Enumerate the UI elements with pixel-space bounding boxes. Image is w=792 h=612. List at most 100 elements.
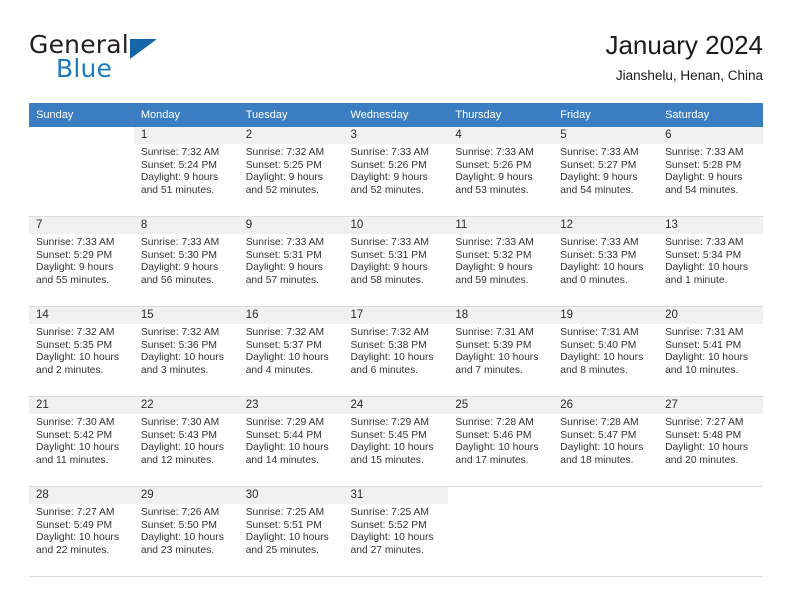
calendar-cell [29, 127, 134, 217]
day-cell[interactable]: 23 Sunrise: 7:29 AM Sunset: 5:44 PM Dayligh… [238, 397, 344, 487]
day-details: Sunrise: 7:28 AM Sunset: 5:47 PM Daylight:… [553, 414, 658, 467]
sunrise-text: Sunrise: 7:32 AM [245, 327, 325, 338]
day-number: 27 [658, 397, 763, 414]
day-cell[interactable]: 11 Sunrise: 7:33 AM Sunset: 5:32 PM Dayligh… [448, 217, 554, 307]
sunrise-text: Sunrise: 7:33 AM [665, 237, 744, 248]
sunrise-text: Sunrise: 7:25 AM [245, 507, 325, 518]
sunset-text: Sunset: 5:27 PM [560, 159, 637, 171]
daylight-text-line1: Daylight: 10 hours [36, 532, 119, 544]
day-number: 26 [553, 397, 659, 414]
daylight-text-line1: Daylight: 9 hours [36, 262, 114, 274]
day-number: 29 [133, 487, 239, 504]
calendar-body: 1 Sunrise: 7:32 AM Sunset: 5:24 PM Daylight… [29, 127, 763, 577]
daylight-text-line1: Daylight: 10 hours [140, 352, 224, 364]
daylight-text-line2: and 23 minutes. [140, 544, 215, 556]
page-title: January 2024 [605, 30, 763, 60]
day-cell[interactable]: 5 Sunrise: 7:33 AM Sunset: 5:27 PM Daylight… [553, 127, 659, 217]
day-cell[interactable]: 4 Sunrise: 7:33 AM Sunset: 5:26 PM Daylight… [448, 127, 554, 217]
day-details: Sunrise: 7:33 AM Sunset: 5:28 PM Daylight:… [658, 144, 763, 197]
day-cell[interactable]: 7 Sunrise: 7:33 AM Sunset: 5:29 PM Daylight… [29, 217, 134, 307]
calendar-cell: 16 Sunrise: 7:32 AM Sunset: 5:37 PM Dayligh… [238, 307, 344, 397]
day-details: Sunrise: 7:27 AM Sunset: 5:48 PM Daylight:… [658, 414, 763, 467]
day-details: Sunrise: 7:31 AM Sunset: 5:41 PM Daylight:… [658, 324, 763, 377]
day-cell[interactable]: 19 Sunrise: 7:31 AM Sunset: 5:40 PM Dayligh… [553, 307, 659, 397]
daylight-text-line2: and 18 minutes. [560, 454, 634, 466]
sunset-text: Sunset: 5:38 PM [350, 339, 427, 351]
day-cell[interactable]: 10 Sunrise: 7:33 AM Sunset: 5:31 PM Dayligh… [343, 217, 449, 307]
weekday-header-saturday: Saturday [658, 103, 763, 127]
calendar-cell: 11 Sunrise: 7:33 AM Sunset: 5:32 PM Dayligh… [448, 217, 554, 307]
day-cell[interactable]: 26 Sunrise: 7:28 AM Sunset: 5:47 PM Dayligh… [553, 397, 659, 487]
daylight-text-line2: and 2 minutes. [36, 364, 104, 376]
day-number: 9 [238, 217, 344, 234]
sunrise-text: Sunrise: 7:33 AM [350, 147, 429, 158]
day-details: Sunrise: 7:33 AM Sunset: 5:26 PM Daylight:… [448, 144, 553, 197]
day-cell[interactable]: 1 Sunrise: 7:32 AM Sunset: 5:24 PM Daylight… [133, 127, 239, 217]
day-number: 4 [448, 127, 554, 144]
day-details: Sunrise: 7:32 AM Sunset: 5:35 PM Daylight:… [29, 324, 134, 377]
day-details: Sunrise: 7:33 AM Sunset: 5:27 PM Daylight:… [553, 144, 658, 197]
weekday-header-friday: Friday [553, 103, 659, 127]
day-cell[interactable]: 30 Sunrise: 7:25 AM Sunset: 5:51 PM Dayligh… [238, 487, 344, 577]
daylight-text-line1: Daylight: 10 hours [245, 532, 329, 544]
calendar-cell: 5 Sunrise: 7:33 AM Sunset: 5:27 PM Daylight… [553, 127, 659, 217]
day-number: 3 [343, 127, 449, 144]
day-details: Sunrise: 7:27 AM Sunset: 5:49 PM Daylight:… [29, 504, 134, 557]
sunset-text: Sunset: 5:47 PM [560, 429, 637, 441]
day-cell[interactable]: 28 Sunrise: 7:27 AM Sunset: 5:49 PM Dayligh… [29, 487, 134, 577]
daylight-text-line2: and 58 minutes. [350, 274, 424, 286]
day-number: 14 [29, 307, 134, 324]
daylight-text-line1: Daylight: 9 hours [560, 172, 638, 184]
day-cell[interactable]: 20 Sunrise: 7:31 AM Sunset: 5:41 PM Dayligh… [658, 307, 763, 397]
day-cell[interactable]: 21 Sunrise: 7:30 AM Sunset: 5:42 PM Dayligh… [29, 397, 134, 487]
day-cell[interactable]: 27 Sunrise: 7:27 AM Sunset: 5:48 PM Dayligh… [658, 397, 763, 487]
day-cell[interactable]: 18 Sunrise: 7:31 AM Sunset: 5:39 PM Dayligh… [448, 307, 554, 397]
day-cell[interactable]: 6 Sunrise: 7:33 AM Sunset: 5:28 PM Daylight… [658, 127, 763, 217]
day-number: 17 [343, 307, 449, 324]
day-number: 11 [448, 217, 554, 234]
day-cell[interactable]: 12 Sunrise: 7:33 AM Sunset: 5:33 PM Dayligh… [553, 217, 659, 307]
calendar-cell: 14 Sunrise: 7:32 AM Sunset: 5:35 PM Dayligh… [29, 307, 134, 397]
day-cell[interactable]: 22 Sunrise: 7:30 AM Sunset: 5:43 PM Dayligh… [133, 397, 239, 487]
sunrise-text: Sunrise: 7:25 AM [350, 507, 429, 518]
day-cell[interactable]: 24 Sunrise: 7:29 AM Sunset: 5:45 PM Dayligh… [343, 397, 449, 487]
day-cell[interactable]: 16 Sunrise: 7:32 AM Sunset: 5:37 PM Dayligh… [238, 307, 344, 397]
calendar-week-row: 7 Sunrise: 7:33 AM Sunset: 5:29 PM Daylight… [29, 217, 763, 307]
sunset-text: Sunset: 5:41 PM [665, 339, 742, 351]
calendar-cell: 1 Sunrise: 7:32 AM Sunset: 5:24 PM Daylight… [133, 127, 239, 217]
day-cell[interactable]: 29 Sunrise: 7:26 AM Sunset: 5:50 PM Dayligh… [133, 487, 239, 577]
sunset-text: Sunset: 5:49 PM [36, 519, 113, 531]
empty-day-cell [448, 487, 554, 577]
day-cell[interactable]: 3 Sunrise: 7:33 AM Sunset: 5:26 PM Daylight… [343, 127, 449, 217]
daylight-text-line1: Daylight: 10 hours [665, 262, 749, 274]
day-cell[interactable]: 17 Sunrise: 7:32 AM Sunset: 5:38 PM Dayligh… [343, 307, 449, 397]
sunrise-text: Sunrise: 7:32 AM [245, 147, 325, 158]
calendar-week-row: 14 Sunrise: 7:32 AM Sunset: 5:35 PM Dayligh… [29, 307, 763, 397]
brand-logo[interactable]: General Blue [29, 30, 259, 92]
day-cell[interactable]: 9 Sunrise: 7:33 AM Sunset: 5:31 PM Daylight… [238, 217, 344, 307]
daylight-text-line1: Daylight: 10 hours [665, 442, 749, 454]
daylight-text-line1: Daylight: 10 hours [350, 442, 434, 454]
sunset-text: Sunset: 5:45 PM [350, 429, 427, 441]
sunset-text: Sunset: 5:26 PM [350, 159, 427, 171]
sunset-text: Sunset: 5:43 PM [140, 429, 217, 441]
day-details: Sunrise: 7:32 AM Sunset: 5:25 PM Daylight:… [239, 144, 344, 197]
day-number: 20 [658, 307, 763, 324]
day-cell[interactable]: 14 Sunrise: 7:32 AM Sunset: 5:35 PM Dayligh… [29, 307, 134, 397]
day-number: 10 [343, 217, 449, 234]
day-cell[interactable]: 31 Sunrise: 7:25 AM Sunset: 5:52 PM Dayligh… [343, 487, 449, 577]
day-cell[interactable]: 15 Sunrise: 7:32 AM Sunset: 5:36 PM Dayligh… [133, 307, 239, 397]
daylight-text-line1: Daylight: 10 hours [36, 352, 119, 364]
day-number: 13 [658, 217, 763, 234]
daylight-text-line2: and 12 minutes. [140, 454, 215, 466]
day-cell[interactable]: 2 Sunrise: 7:32 AM Sunset: 5:25 PM Daylight… [238, 127, 344, 217]
day-cell[interactable]: 13 Sunrise: 7:33 AM Sunset: 5:34 PM Dayligh… [658, 217, 763, 307]
day-number: 12 [553, 217, 659, 234]
sunset-text: Sunset: 5:36 PM [140, 339, 217, 351]
calendar-cell: 7 Sunrise: 7:33 AM Sunset: 5:29 PM Daylight… [29, 217, 134, 307]
day-cell[interactable]: 8 Sunrise: 7:33 AM Sunset: 5:30 PM Daylight… [133, 217, 239, 307]
day-number: 5 [553, 127, 659, 144]
day-number: 22 [133, 397, 239, 414]
day-cell[interactable]: 25 Sunrise: 7:28 AM Sunset: 5:46 PM Dayligh… [448, 397, 554, 487]
daylight-text-line1: Daylight: 10 hours [560, 442, 644, 454]
